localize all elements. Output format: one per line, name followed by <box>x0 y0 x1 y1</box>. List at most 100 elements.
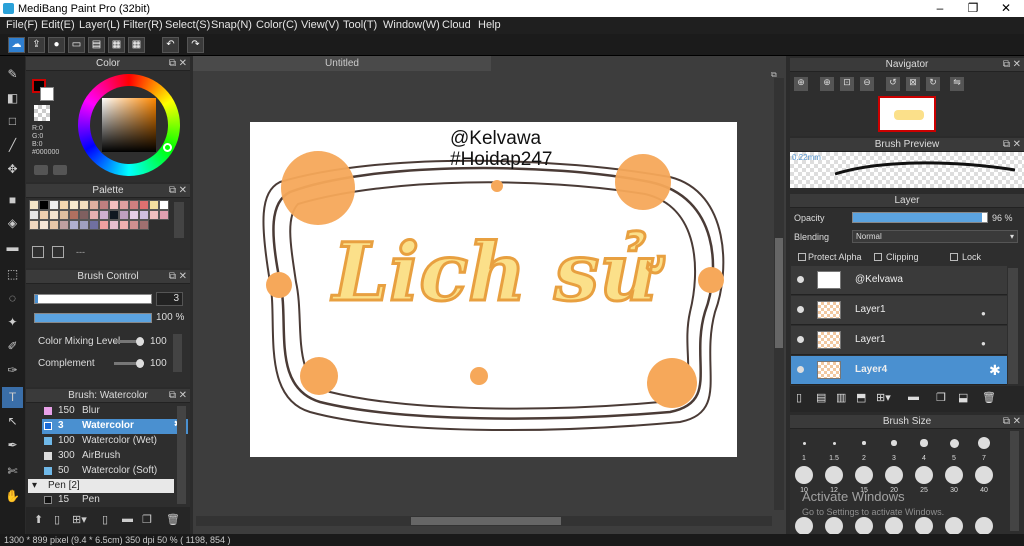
palette-swatch[interactable] <box>59 200 69 210</box>
mixing-slider[interactable] <box>114 337 144 346</box>
undock-icon[interactable]: ⧉ <box>1003 139 1010 150</box>
new-brush-icon[interactable]: ▯ <box>54 513 60 526</box>
fill-rect-tool-icon[interactable]: ■ <box>2 190 23 211</box>
undock-icon[interactable]: ⧉ <box>169 271 176 282</box>
visibility-icon[interactable] <box>797 306 804 313</box>
palette-swatch[interactable] <box>49 220 59 230</box>
brush-size-dot[interactable] <box>949 438 959 448</box>
brush-item[interactable]: 100 Watercolor (Wet) <box>42 434 188 449</box>
menu-view[interactable]: View(V) <box>301 19 339 31</box>
palette-swatch[interactable] <box>99 220 109 230</box>
brush-size-dot[interactable] <box>795 517 813 534</box>
brush-item[interactable]: 300 AirBrush <box>42 449 188 464</box>
close-panel-icon[interactable]: ✕ <box>1013 139 1021 150</box>
close-button[interactable]: ✕ <box>989 0 1023 17</box>
brush-size-dot[interactable] <box>915 466 933 484</box>
copy-icon[interactable]: ▯ <box>102 513 108 526</box>
close-panel-icon[interactable]: ✕ <box>179 390 187 401</box>
select-rect-tool-icon[interactable]: ⬚ <box>2 264 23 285</box>
palette-swatch[interactable] <box>39 220 49 230</box>
brush-size-dot[interactable] <box>855 517 873 534</box>
palette-swatch[interactable] <box>129 200 139 210</box>
menu-layer[interactable]: Layer(L) <box>79 19 120 31</box>
undock-icon[interactable]: ⧉ <box>1003 59 1010 70</box>
complement-slider[interactable] <box>114 359 144 368</box>
brush-size-dot[interactable] <box>825 466 843 484</box>
canvas-tab[interactable]: Untitled <box>193 56 491 71</box>
palette-swatch[interactable] <box>69 210 79 220</box>
menu-file[interactable]: File(F) <box>6 19 38 31</box>
layer-row[interactable]: @Kelvawa <box>791 266 1007 295</box>
close-panel-icon[interactable]: ✕ <box>1013 59 1021 70</box>
rectangle-tool-icon[interactable]: □ <box>2 111 23 132</box>
zoom-out-icon[interactable]: ⊖ <box>860 77 874 91</box>
line-tool-icon[interactable]: ╱ <box>2 135 23 156</box>
menu-color[interactable]: Color(C) <box>256 19 298 31</box>
undock-icon[interactable]: ⧉ <box>1003 416 1010 427</box>
undock-icon[interactable]: ⧉ <box>169 185 176 196</box>
hue-handle[interactable] <box>163 143 172 152</box>
menu-edit[interactable]: Edit(E) <box>41 19 75 31</box>
undock-icon[interactable]: ⧉ <box>169 390 176 401</box>
close-panel-icon[interactable]: ✕ <box>179 185 187 196</box>
brush-size-value[interactable]: 3 <box>156 292 183 306</box>
menu-filter[interactable]: Filter(R) <box>123 19 163 31</box>
cloud-icon[interactable]: ☁ <box>8 37 25 53</box>
grid-icon[interactable]: ▦ <box>128 37 145 53</box>
new-halftone-layer-icon[interactable]: ▤ <box>816 391 826 404</box>
zoom-in-icon[interactable]: ⊕ <box>820 77 834 91</box>
brush-item[interactable]: 50 Watercolor (Soft) <box>42 464 188 479</box>
gear-icon[interactable]: ✱ <box>989 362 1001 379</box>
drawing-canvas[interactable]: Lich sử @Kelvawa #Hoidap247 <box>250 122 737 457</box>
brush-size-dot[interactable] <box>832 441 836 445</box>
maximize-button[interactable]: ❐ <box>956 0 990 17</box>
palette-scrollbar[interactable] <box>174 202 184 238</box>
reset-rotate-icon[interactable]: ⊠ <box>906 77 920 91</box>
palette-swatch[interactable] <box>89 220 99 230</box>
brush-size-dot[interactable] <box>802 441 806 445</box>
brush-size-dot[interactable] <box>977 436 991 450</box>
redo-button[interactable]: ↷ <box>187 37 204 53</box>
minimize-button[interactable]: – <box>923 0 957 17</box>
manage-icon[interactable]: ▦ <box>108 37 125 53</box>
palette-swatch[interactable] <box>119 200 129 210</box>
zoom-in-icon[interactable]: ⊕ <box>794 77 808 91</box>
palette-swatch[interactable] <box>49 200 59 210</box>
palette-swatch[interactable] <box>139 220 149 230</box>
menu-help[interactable]: Help <box>478 19 501 31</box>
select-eraser-tool-icon[interactable]: ✑ <box>2 360 23 381</box>
palette-swatch[interactable] <box>119 210 129 220</box>
saturation-square[interactable] <box>102 98 156 152</box>
layer-scrollbar[interactable] <box>1008 268 1018 384</box>
palette-swatch[interactable] <box>149 210 159 220</box>
palette-swatch[interactable] <box>119 220 129 230</box>
new-1bit-layer-icon[interactable]: ▥ <box>836 391 846 404</box>
layer-row[interactable]: Layer1 ● <box>791 326 1007 355</box>
layer-add-menu-icon[interactable]: ⊞▾ <box>876 391 891 404</box>
visibility-icon[interactable] <box>797 366 804 373</box>
brush-item[interactable]: 15 Pen <box>42 493 188 508</box>
fit-icon[interactable]: ⊡ <box>840 77 854 91</box>
palette-swatch[interactable] <box>149 200 159 210</box>
brush-size-dot[interactable] <box>855 466 873 484</box>
palette-swatch[interactable] <box>129 220 139 230</box>
operation-tool-icon[interactable]: ↖ <box>2 411 23 432</box>
background-color[interactable] <box>40 87 54 101</box>
palette-swatch[interactable] <box>139 210 149 220</box>
palette-swatch[interactable] <box>109 210 119 220</box>
flip-icon[interactable]: ⇋ <box>950 77 964 91</box>
menu-tool[interactable]: Tool(T) <box>343 19 377 31</box>
palette-swatch[interactable] <box>129 210 139 220</box>
palette-swatch[interactable] <box>99 210 109 220</box>
share-icon[interactable]: ⇪ <box>28 37 45 53</box>
brush-size-dot[interactable] <box>891 440 897 446</box>
palette-swatch[interactable] <box>99 200 109 210</box>
brush-size-dot[interactable] <box>795 466 813 484</box>
navigator-preview[interactable] <box>878 96 936 132</box>
brush-size-slider[interactable] <box>34 294 152 304</box>
trash-icon[interactable]: 🗑 <box>982 391 996 404</box>
duplicate-icon[interactable]: ❐ <box>936 391 946 404</box>
vertical-scrollbar[interactable] <box>774 78 784 510</box>
brush-size-dot[interactable] <box>945 517 963 534</box>
select-pen-tool-icon[interactable]: ✐ <box>2 336 23 357</box>
